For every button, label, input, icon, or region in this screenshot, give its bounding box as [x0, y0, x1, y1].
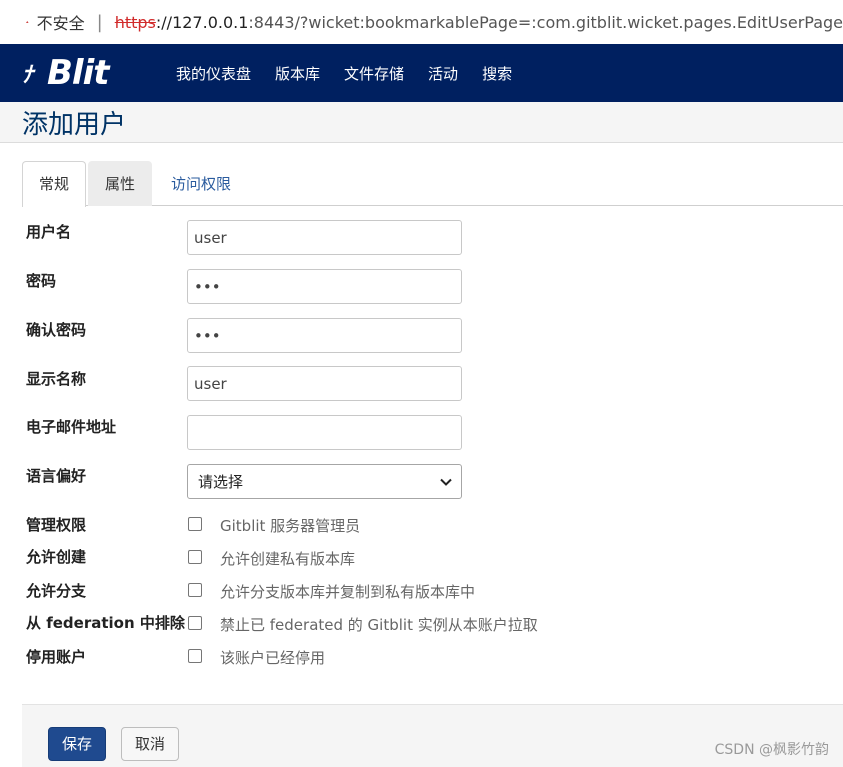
language-select[interactable]: 请选择: [187, 464, 462, 499]
username-input[interactable]: [187, 220, 462, 255]
insecure-label[interactable]: 不安全: [37, 10, 85, 34]
confirm-password-label: 确认密码: [26, 321, 87, 339]
page-header: 添加用户: [0, 102, 843, 143]
url-path: :8443/?wicket:bookmarkablePage=:com.gitb…: [248, 12, 843, 32]
logo-glyph-icon: ﾅ: [22, 63, 37, 88]
can-create-checkbox-text: 允许创建私有版本库: [220, 550, 356, 568]
language-label: 语言偏好: [26, 467, 87, 485]
admin-label: 管理权限: [26, 516, 87, 534]
can-fork-checkbox[interactable]: [188, 583, 202, 597]
tab-attributes[interactable]: 属性: [88, 161, 153, 206]
url-host: ://127.0.0.1: [155, 12, 249, 32]
save-button[interactable]: 保存: [48, 727, 107, 761]
disable-account-checkbox[interactable]: [188, 649, 202, 663]
logo-text: Blit: [47, 53, 109, 93]
tab-bar: 常规 属性 访问权限: [22, 161, 843, 207]
gitblit-logo[interactable]: ﾅ Blit: [22, 53, 124, 93]
can-create-label: 允许创建: [26, 548, 87, 566]
tab-permissions[interactable]: 访问权限: [154, 161, 248, 206]
exclude-federation-checkbox-text: 禁止已 federated 的 Gitblit 实例从本账户拉取: [220, 616, 538, 634]
confirm-password-input[interactable]: [187, 318, 462, 353]
disable-account-checkbox-text: 该账户已经停用: [220, 649, 326, 667]
exclude-federation-label: 从 federation 中排除: [26, 614, 185, 632]
password-input[interactable]: [187, 269, 462, 304]
warning-icon: [26, 20, 29, 23]
cancel-button[interactable]: 取消: [121, 727, 180, 761]
username-label: 用户名: [26, 223, 72, 241]
address-separator: |: [96, 11, 103, 33]
nav-item-repositories[interactable]: 版本库: [275, 63, 320, 84]
chevron-down-icon: [440, 478, 452, 486]
email-input[interactable]: [187, 415, 462, 450]
nav-item-search[interactable]: 搜索: [482, 63, 512, 84]
exclude-federation-checkbox[interactable]: [188, 616, 202, 630]
url-scheme: https: [114, 12, 156, 32]
top-navbar: ﾅ Blit 我的仪表盘 版本库 文件存储 活动 搜索: [0, 44, 843, 102]
admin-checkbox-text: Gitblit 服务器管理员: [220, 517, 361, 535]
watermark: CSDN @枫影竹韵: [714, 742, 829, 758]
nav-item-filestore[interactable]: 文件存储: [344, 63, 404, 84]
can-fork-label: 允许分支: [26, 582, 87, 600]
display-name-label: 显示名称: [26, 370, 87, 388]
tab-general[interactable]: 常规: [22, 161, 87, 207]
nav-menu: 我的仪表盘 版本库 文件存储 活动 搜索: [176, 63, 536, 84]
can-fork-checkbox-text: 允许分支版本库并复制到私有版本库中: [220, 583, 476, 601]
url-text[interactable]: https://127.0.0.1:8443/?wicket:bookmarka…: [115, 13, 843, 32]
page-title: 添加用户: [22, 110, 127, 140]
display-name-input[interactable]: [187, 366, 462, 401]
admin-checkbox[interactable]: [188, 517, 202, 531]
disable-account-label: 停用账户: [26, 648, 87, 666]
password-label: 密码: [26, 272, 57, 290]
svg-text:ﾅ: ﾅ: [22, 63, 36, 88]
email-label: 电子邮件地址: [26, 418, 117, 436]
can-create-checkbox[interactable]: [188, 550, 202, 564]
nav-item-activity[interactable]: 活动: [428, 63, 458, 84]
language-selected-value: 请选择: [198, 473, 244, 491]
nav-item-dashboard[interactable]: 我的仪表盘: [176, 63, 251, 84]
browser-address-bar[interactable]: 不安全 | https://127.0.0.1:8443/?wicket:boo…: [0, 0, 843, 44]
